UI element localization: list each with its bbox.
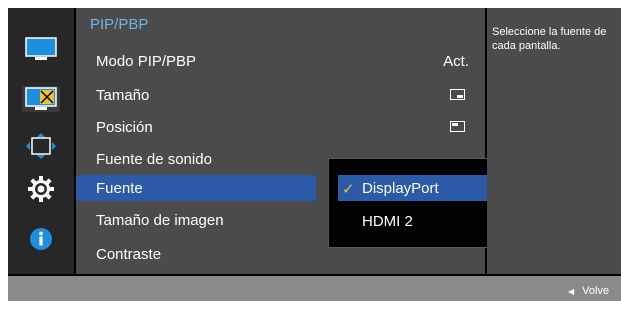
position-arrows-icon[interactable] [24, 133, 58, 159]
menu-item-label: Fuente de sonido [96, 151, 212, 168]
menu-item-label: Modo PIP/PBP [96, 53, 197, 70]
menu-item-pip-pbp-mode[interactable]: Modo PIP/PBP Act. [76, 48, 485, 74]
pip-pbp-menu: PIP/PBP Modo PIP/PBP Act. Tamaño Posició… [76, 8, 539, 274]
menu-title: PIP/PBP [90, 16, 149, 33]
pip-position-icon [450, 121, 465, 132]
left-triangle-icon: ◀ [568, 287, 575, 296]
back-label: Volve [582, 285, 610, 297]
dropdown-option-label: DisplayPort [362, 180, 439, 197]
menu-item-label: Tamaño [96, 87, 150, 104]
osd-window: PIP/PBP Modo PIP/PBP Act. Tamaño Posició… [8, 8, 621, 301]
monitor-osd-screen: PIP/PBP Modo PIP/PBP Act. Tamaño Posició… [0, 0, 621, 309]
menu-item-label: Posición [96, 119, 153, 136]
picture-icon[interactable] [24, 36, 58, 62]
menu-item-label: Tamaño de imagen [96, 212, 224, 229]
help-panel: Seleccione la fuente de cada pantalla. [487, 8, 621, 274]
checkmark-icon: ✓ [342, 181, 355, 198]
footer-bar: ◀ Volve [8, 276, 621, 301]
menu-item-position[interactable]: Posición [76, 114, 485, 140]
menu-item-label: Contraste [96, 246, 162, 263]
help-text: Seleccione la fuente de cada pantalla. [492, 26, 607, 52]
dropdown-option-label: HDMI 2 [362, 213, 413, 230]
gear-icon[interactable] [24, 176, 58, 202]
category-icon-column [8, 8, 74, 274]
menu-item-label: Fuente [96, 180, 143, 197]
pip-size-icon [450, 89, 465, 100]
menu-item-value: Act. [443, 53, 469, 70]
menu-item-size[interactable]: Tamaño [76, 82, 485, 108]
pip-icon[interactable] [22, 86, 60, 112]
info-icon[interactable] [24, 226, 58, 252]
menu-item-source[interactable]: Fuente [76, 175, 316, 201]
back-button[interactable]: ◀ Volve [568, 285, 609, 297]
